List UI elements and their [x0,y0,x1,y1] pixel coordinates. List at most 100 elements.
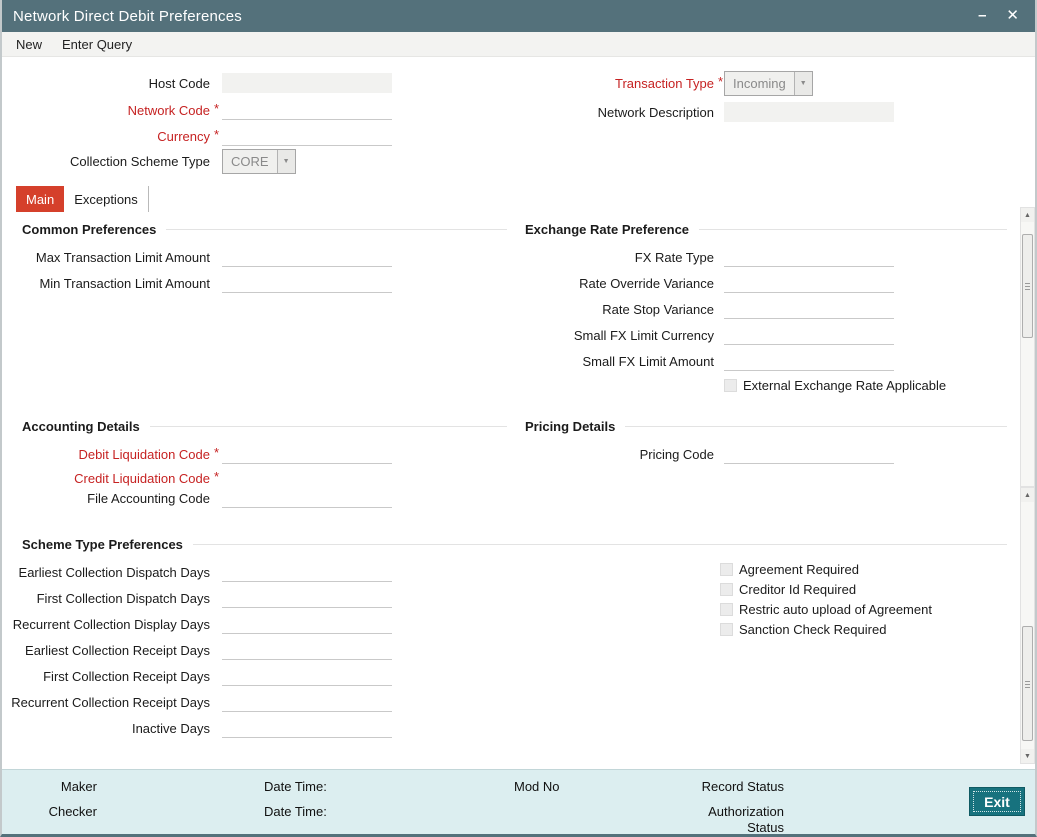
mod-no-label: Mod No [514,779,560,794]
divider [699,228,1007,230]
rate-override-variance-label: Rate Override Variance [579,275,714,291]
min-transaction-limit-amount-input[interactable] [222,273,392,293]
file-accounting-code-row: File Accounting Code [2,488,392,508]
earliest-collection-receipt-days-input[interactable] [222,640,392,660]
creditor-id-required-checkbox[interactable] [720,582,733,596]
exchange-rate-preference-heading: Exchange Rate Preference [525,221,1007,237]
pricing-details-heading: Pricing Details [525,418,1007,434]
external-exchange-rate-applicable-checkbox[interactable] [724,378,737,392]
fx-rate-type-row: FX Rate Type [452,246,894,268]
required-marker: * [214,126,220,142]
collection-scheme-type-select[interactable]: CORE ▼ [222,148,296,174]
pricing-code-input[interactable] [724,444,894,464]
creditor-id-required-row: Creditor Id Required [720,580,856,598]
small-fx-limit-currency-input[interactable] [724,325,894,345]
currency-row: Currency * [2,125,392,147]
scheme-type-preferences-heading: Scheme Type Preferences [22,536,1007,552]
recurrent-collection-display-days-row: Recurrent Collection Display Days [2,613,392,635]
recurrent-collection-display-days-input[interactable] [222,614,392,634]
network-description-row: Network Description [452,101,894,123]
sanction-check-required-checkbox[interactable] [720,622,733,636]
file-accounting-code-label: File Accounting Code [87,490,210,506]
fx-rate-type-input[interactable] [724,247,894,267]
collection-scheme-type-value: CORE [231,153,269,169]
inactive-days-label: Inactive Days [131,720,210,736]
recurrent-collection-receipt-days-input[interactable] [222,692,392,712]
earliest-collection-dispatch-days-row: Earliest Collection Dispatch Days [2,561,392,583]
currency-label: Currency * [157,126,220,144]
scrollbar-upper[interactable]: ▲ [1020,207,1035,487]
transaction-type-row: Transaction Type * Incoming ▼ [452,70,813,96]
scrollbar-lower[interactable]: ▲ ▼ [1020,487,1035,764]
earliest-collection-receipt-days-row: Earliest Collection Receipt Days [2,639,392,661]
rate-override-variance-row: Rate Override Variance [452,272,894,294]
transaction-type-select[interactable]: Incoming ▼ [724,70,813,96]
max-transaction-limit-amount-input[interactable] [222,247,392,267]
accounting-details-heading: Accounting Details [22,418,507,434]
maker-label: Maker [60,779,97,794]
earliest-collection-receipt-days-label: Earliest Collection Receipt Days [25,642,210,658]
record-status-label: Record Status [701,779,784,794]
credit-liquidation-code-row: Credit Liquidation Code * [2,468,392,488]
first-collection-receipt-days-input[interactable] [222,666,392,686]
collection-scheme-type-label: Collection Scheme Type [70,153,210,169]
inactive-days-row: Inactive Days [2,717,392,739]
first-collection-dispatch-days-input[interactable] [222,588,392,608]
rate-stop-variance-row: Rate Stop Variance [452,298,894,320]
earliest-collection-dispatch-days-label: Earliest Collection Dispatch Days [18,564,210,580]
agreement-required-row: Agreement Required [720,560,859,578]
small-fx-limit-amount-input[interactable] [724,351,894,371]
recurrent-collection-receipt-days-label: Recurrent Collection Receipt Days [11,694,210,710]
pricing-code-row: Pricing Code [452,443,894,465]
host-code-label: Host Code [148,75,210,91]
app-window: Network Direct Debit Preferences – ✕ New… [0,0,1037,837]
scroll-up-icon[interactable]: ▲ [1021,488,1034,502]
enter-query-button[interactable]: Enter Query [62,37,132,52]
min-transaction-limit-row: Min Transaction Limit Amount [2,272,392,294]
pricing-code-label: Pricing Code [639,446,714,462]
first-collection-dispatch-days-row: First Collection Dispatch Days [2,587,392,609]
file-accounting-code-input[interactable] [222,488,392,508]
required-marker: * [718,73,724,89]
tab-main[interactable]: Main [16,186,65,212]
credit-liquidation-code-input[interactable] [222,468,392,488]
close-icon[interactable]: ✕ [1006,0,1019,32]
new-button[interactable]: New [16,37,42,52]
agreement-required-checkbox[interactable] [720,562,733,576]
creditor-id-required-label: Creditor Id Required [739,581,857,597]
checker-label: Checker [48,804,97,819]
sanction-check-required-label: Sanction Check Required [739,621,887,637]
small-fx-limit-amount-label: Small FX Limit Amount [582,353,715,369]
minimize-icon[interactable]: – [978,0,986,32]
network-description-label: Network Description [597,104,714,120]
scrollbar-thumb[interactable] [1022,626,1033,741]
restric-auto-upload-label: Restric auto upload of Agreement [739,601,932,617]
rate-override-variance-input[interactable] [724,273,894,293]
recurrent-collection-display-days-label: Recurrent Collection Display Days [12,616,210,632]
earliest-collection-dispatch-days-input[interactable] [222,562,392,582]
restric-auto-upload-row: Restric auto upload of Agreement [720,600,932,618]
restric-auto-upload-checkbox[interactable] [720,602,733,616]
currency-input[interactable] [222,126,392,146]
recurrent-collection-receipt-days-row: Recurrent Collection Receipt Days [2,691,392,713]
divider [166,228,507,230]
scroll-up-icon[interactable]: ▲ [1021,208,1034,222]
transaction-type-label: Transaction Type * [615,73,724,91]
scroll-down-icon[interactable]: ▼ [1021,749,1034,763]
host-code-input[interactable] [222,73,392,93]
debit-liquidation-code-label: Debit Liquidation Code * [78,444,220,462]
chevron-down-icon[interactable]: ▼ [276,149,295,173]
inactive-days-input[interactable] [222,718,392,738]
chevron-down-icon[interactable]: ▼ [793,71,812,95]
exit-button[interactable]: Exit [969,787,1025,816]
debit-liquidation-code-input[interactable] [222,444,392,464]
external-exchange-rate-applicable-label: External Exchange Rate Applicable [743,377,947,393]
external-exchange-rate-row: External Exchange Rate Applicable [724,376,946,394]
scrollbar-thumb[interactable] [1022,234,1033,338]
checker-date-time-label: Date Time: [264,804,327,819]
network-description-input[interactable] [724,102,894,122]
network-code-input[interactable] [222,100,392,120]
rate-stop-variance-input[interactable] [724,299,894,319]
tab-exceptions[interactable]: Exceptions [64,186,149,212]
scrollbar-grip-icon [1025,283,1030,290]
